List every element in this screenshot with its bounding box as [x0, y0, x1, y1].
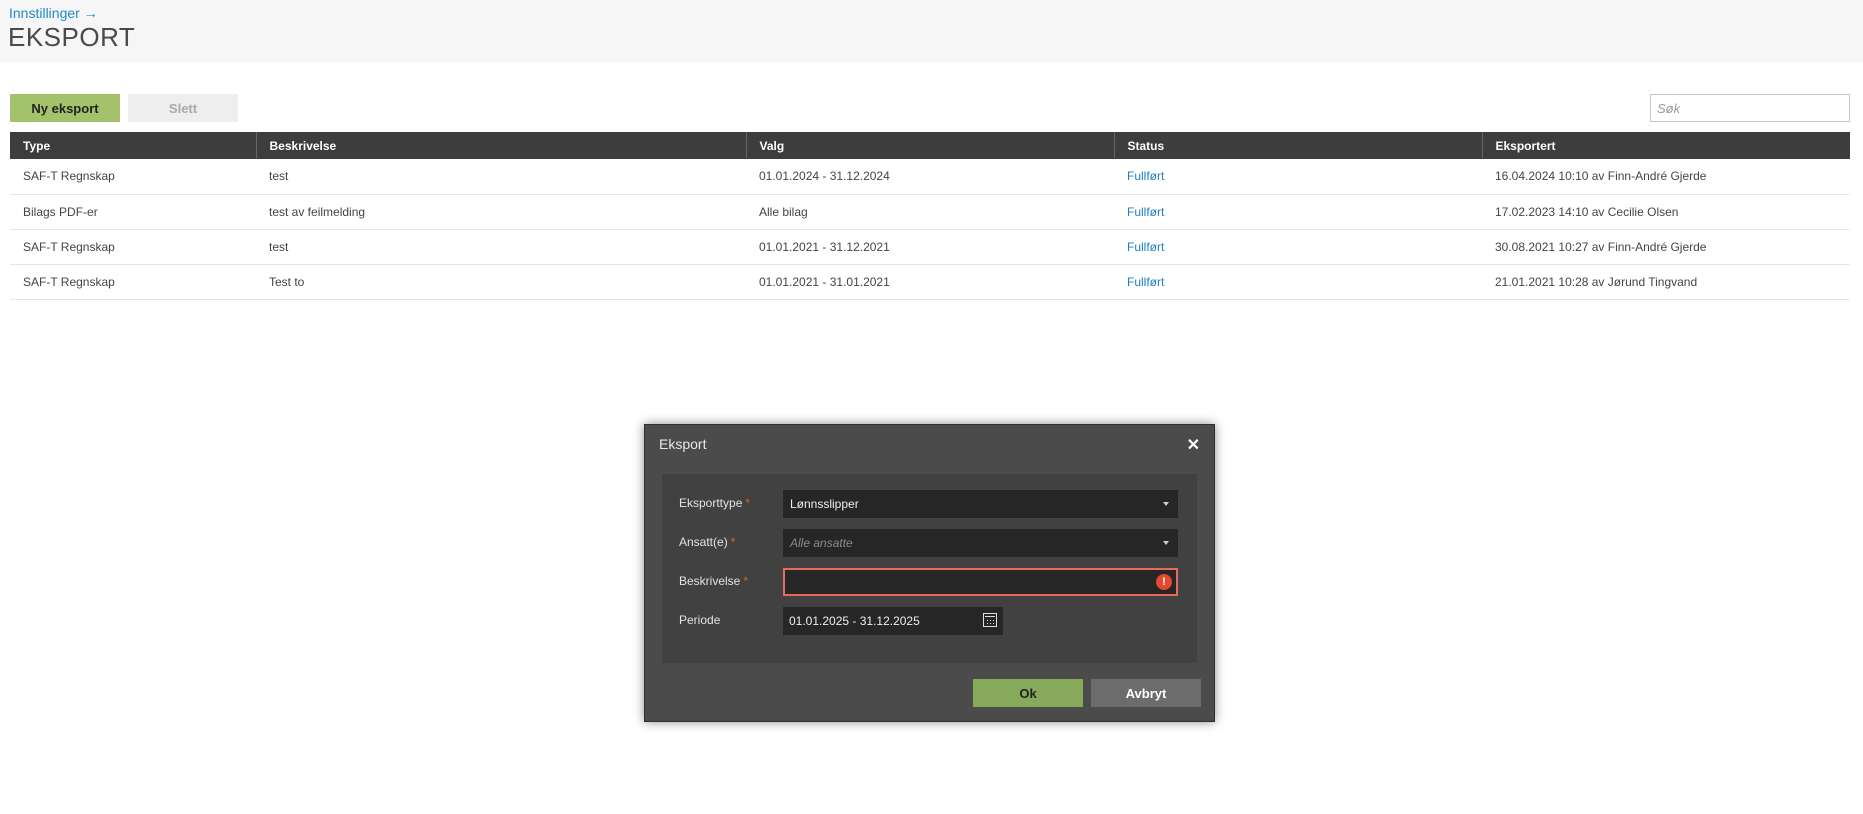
export-type-select[interactable]: Lønnsslipper: [783, 490, 1178, 518]
export-type-value: Lønnsslipper: [790, 497, 859, 511]
employees-select[interactable]: Alle ansatte: [783, 529, 1178, 557]
column-header-status[interactable]: Status: [1114, 132, 1483, 159]
search-input[interactable]: [1650, 94, 1850, 122]
chevron-down-icon[interactable]: [1163, 502, 1169, 506]
column-header-type[interactable]: Type: [10, 132, 257, 159]
cell-type: Bilags PDF-er: [10, 194, 256, 230]
dialog-form: Eksporttype * Lønnsslipper Ansatt(e) * All…: [662, 474, 1197, 663]
cell-exported: 21.01.2021 10:28 av Jørund Tingvand: [1482, 264, 1850, 300]
export-dialog: Eksport ✕ Eksporttype * Lønnsslipper Ansa…: [644, 424, 1215, 722]
required-marker: *: [743, 574, 749, 588]
page-header: Innstillinger → EKSPORT: [0, 0, 1863, 62]
calendar-icon[interactable]: [983, 613, 997, 627]
cell-exported: 16.04.2024 10:10 av Finn-André Gjerde: [1482, 159, 1850, 195]
description-input[interactable]: !: [783, 568, 1178, 596]
cell-description: test: [256, 159, 746, 195]
cell-exported: 30.08.2021 10:27 av Finn-André Gjerde: [1482, 229, 1850, 265]
cell-type: SAF-T Regnskap: [10, 229, 256, 265]
dialog-title: Eksport: [659, 436, 707, 452]
cell-type: SAF-T Regnskap: [10, 159, 256, 195]
cell-status-link[interactable]: Fullført: [1114, 264, 1482, 300]
cell-exported: 17.02.2023 14:10 av Cecilie Olsen: [1482, 194, 1850, 230]
table-row[interactable]: SAF-T Regnskap test 01.01.2021 - 31.12.2…: [10, 229, 1850, 265]
close-icon[interactable]: ✕: [1187, 435, 1200, 455]
cell-selection: 01.01.2021 - 31.12.2021: [746, 229, 1114, 265]
cell-selection: 01.01.2024 - 31.12.2024: [746, 159, 1114, 195]
table-row[interactable]: SAF-T Regnskap test 01.01.2024 - 31.12.2…: [10, 159, 1850, 195]
new-export-button[interactable]: Ny eksport: [10, 94, 120, 122]
table-header-row: Type Beskrivelse Valg Status Eksportert: [10, 132, 1850, 159]
period-label: Periode: [679, 613, 721, 627]
column-header-selection[interactable]: Valg: [746, 132, 1115, 159]
table-row[interactable]: Bilags PDF-er test av feilmelding Alle b…: [10, 194, 1850, 230]
exports-table: Type Beskrivelse Valg Status Eksportert …: [10, 132, 1850, 300]
page-title: EKSPORT: [8, 22, 136, 52]
employees-label-text: Ansatt(e): [679, 535, 728, 549]
export-type-label-text: Eksporttype: [679, 496, 743, 510]
cell-status-link[interactable]: Fullført: [1114, 229, 1482, 265]
cell-description: test: [256, 229, 746, 265]
required-marker: *: [745, 496, 751, 510]
period-input[interactable]: 01.01.2025 - 31.12.2025: [783, 607, 1003, 635]
export-type-label: Eksporttype *: [679, 496, 750, 510]
description-label-text: Beskrivelse: [679, 574, 741, 588]
cell-status-link[interactable]: Fullført: [1114, 194, 1482, 230]
cell-description: Test to: [256, 264, 746, 300]
column-header-exported[interactable]: Eksportert: [1482, 132, 1850, 159]
column-header-description[interactable]: Beskrivelse: [256, 132, 747, 159]
cell-type: SAF-T Regnskap: [10, 264, 256, 300]
ok-button[interactable]: Ok: [973, 679, 1083, 707]
period-value: 01.01.2025 - 31.12.2025: [789, 614, 920, 628]
description-label: Beskrivelse *: [679, 574, 748, 588]
chevron-down-icon[interactable]: [1163, 541, 1169, 545]
table-row[interactable]: SAF-T Regnskap Test to 01.01.2021 - 31.0…: [10, 264, 1850, 300]
cell-selection: Alle bilag: [746, 194, 1114, 230]
breadcrumb-settings-link[interactable]: Innstillinger →: [9, 5, 98, 21]
cancel-button[interactable]: Avbryt: [1091, 679, 1201, 707]
employees-placeholder: Alle ansatte: [790, 536, 853, 550]
required-marker: *: [730, 535, 736, 549]
cell-description: test av feilmelding: [256, 194, 746, 230]
error-icon: !: [1156, 574, 1172, 590]
cell-status-link[interactable]: Fullført: [1114, 159, 1482, 195]
delete-button[interactable]: Slett: [128, 94, 238, 122]
employees-label: Ansatt(e) *: [679, 535, 735, 549]
cell-selection: 01.01.2021 - 31.01.2021: [746, 264, 1114, 300]
